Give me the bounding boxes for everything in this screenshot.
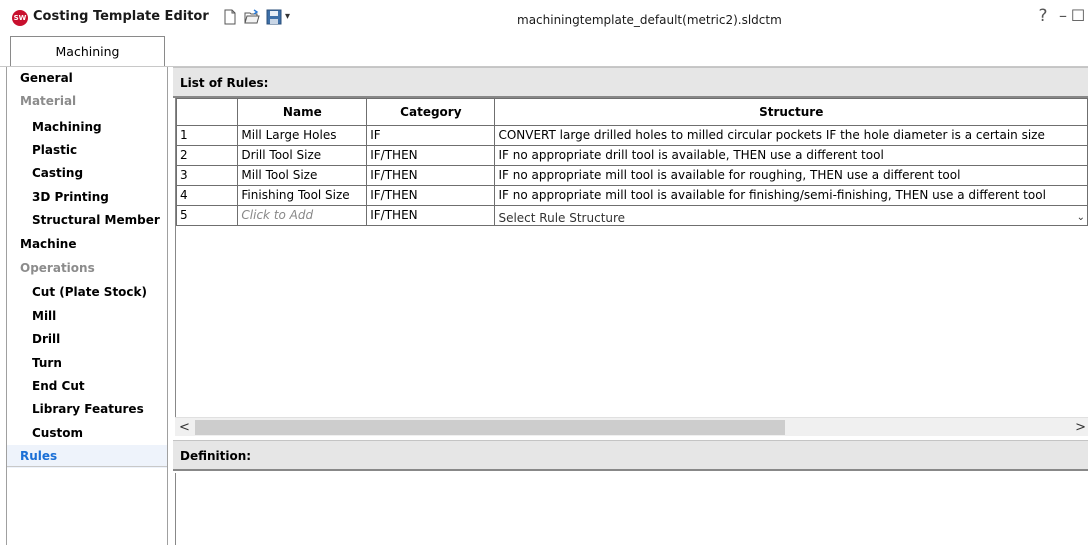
nav-item-3d-printing[interactable]: 3D Printing xyxy=(7,186,167,209)
table-row[interactable]: 1 Mill Large Holes IF CONVERT large dril… xyxy=(175,125,1088,146)
rule-structure-cell[interactable]: IF no appropriate drill tool is availabl… xyxy=(494,145,1088,166)
help-button[interactable]: ? xyxy=(1033,6,1053,26)
definition-area[interactable] xyxy=(175,473,1088,545)
table-row[interactable]: 3 Mill Tool Size IF/THEN IF no appropria… xyxy=(175,165,1088,186)
nav-item-turn[interactable]: Turn xyxy=(7,352,167,375)
row-number[interactable]: 1 xyxy=(175,125,239,146)
list-of-rules-header: List of Rules: xyxy=(173,67,1088,98)
rule-structure-select[interactable]: Select Rule Structure ⌄ xyxy=(494,205,1088,226)
nav-item-machine[interactable]: Machine xyxy=(7,233,167,256)
rule-category-cell[interactable]: IF/THEN xyxy=(366,205,496,226)
nav-item-plastic[interactable]: Plastic xyxy=(7,139,167,162)
open-folder-icon[interactable] xyxy=(243,8,261,26)
definition-header: Definition: xyxy=(173,440,1088,471)
row-number[interactable]: 3 xyxy=(175,165,239,186)
new-document-icon[interactable] xyxy=(221,8,239,26)
rule-name-cell[interactable]: Mill Large Holes xyxy=(237,125,368,146)
row-number[interactable]: 2 xyxy=(175,145,239,166)
table-row[interactable]: 2 Drill Tool Size IF/THEN IF no appropri… xyxy=(175,145,1088,166)
scrollbar-thumb[interactable] xyxy=(195,420,785,435)
horizontal-scrollbar[interactable]: < > xyxy=(175,417,1088,436)
nav-item-mill[interactable]: Mill xyxy=(7,305,167,328)
rule-category-cell[interactable]: IF/THEN xyxy=(366,185,496,206)
rule-structure-select-value: Select Rule Structure xyxy=(498,211,626,225)
solidworks-logo-icon: SW xyxy=(12,10,28,26)
nav-item-cut-plate-stock[interactable]: Cut (Plate Stock) xyxy=(7,281,167,304)
nav-item-end-cut[interactable]: End Cut xyxy=(7,375,167,398)
row-number[interactable]: 4 xyxy=(175,185,239,206)
new-rule-row[interactable]: 5 Click to Add IF/THEN Select Rule Struc… xyxy=(175,205,1088,226)
nav-separator xyxy=(7,466,167,467)
rule-category-cell[interactable]: IF xyxy=(366,125,496,146)
scroll-left-icon[interactable]: < xyxy=(179,418,190,437)
column-header-name[interactable]: Name xyxy=(237,98,368,126)
rules-grid: Name Category Structure 1 Mill Large Hol… xyxy=(175,98,1088,417)
chevron-down-icon[interactable]: ⌄ xyxy=(1077,208,1085,225)
nav-item-library-features[interactable]: Library Features xyxy=(7,398,167,421)
table-header-row: Name Category Structure xyxy=(175,98,1088,126)
rule-structure-cell[interactable]: CONVERT large drilled holes to milled ci… xyxy=(494,125,1088,146)
rule-name-cell[interactable]: Drill Tool Size xyxy=(237,145,368,166)
column-header-structure[interactable]: Structure xyxy=(494,98,1088,126)
app-title: Costing Template Editor xyxy=(33,9,209,24)
close-button[interactable]: × xyxy=(1083,6,1088,26)
tab-machining[interactable]: Machining xyxy=(10,36,165,67)
nav-item-custom[interactable]: Custom xyxy=(7,422,167,445)
nav-item-material: Material xyxy=(20,94,77,108)
nav-item-general[interactable]: General xyxy=(7,67,167,90)
rule-category-cell[interactable]: IF/THEN xyxy=(366,165,496,186)
toolbar-dropdown-icon[interactable]: ▾ xyxy=(285,11,290,22)
save-icon[interactable] xyxy=(265,8,283,26)
nav-item-drill[interactable]: Drill xyxy=(7,328,167,351)
column-header-number xyxy=(175,98,239,126)
document-title: machiningtemplate_default(metric2).sldct… xyxy=(517,13,782,27)
left-nav-tree: General Material Machining Plastic Casti… xyxy=(6,67,168,545)
table-row[interactable]: 4 Finishing Tool Size IF/THEN IF no appr… xyxy=(175,185,1088,206)
scroll-right-icon[interactable]: > xyxy=(1075,418,1086,437)
nav-item-operations: Operations xyxy=(20,261,95,275)
rule-structure-cell[interactable]: IF no appropriate mill tool is available… xyxy=(494,165,1088,186)
rule-name-cell[interactable]: Finishing Tool Size xyxy=(237,185,368,206)
rule-name-cell[interactable]: Mill Tool Size xyxy=(237,165,368,186)
column-header-category[interactable]: Category xyxy=(366,98,496,126)
rule-category-cell[interactable]: IF/THEN xyxy=(366,145,496,166)
nav-item-structural-member[interactable]: Structural Member xyxy=(7,209,167,232)
row-number[interactable]: 5 xyxy=(175,205,239,226)
rules-table: Name Category Structure 1 Mill Large Hol… xyxy=(175,98,1088,226)
click-to-add-cell[interactable]: Click to Add xyxy=(237,205,368,226)
title-bar: SW Costing Template Editor ▾ machiningte… xyxy=(0,0,1088,34)
nav-item-casting[interactable]: Casting xyxy=(7,162,167,185)
nav-item-rules[interactable]: Rules xyxy=(7,445,167,468)
rule-structure-cell[interactable]: IF no appropriate mill tool is available… xyxy=(494,185,1088,206)
nav-item-machining[interactable]: Machining xyxy=(7,116,167,139)
